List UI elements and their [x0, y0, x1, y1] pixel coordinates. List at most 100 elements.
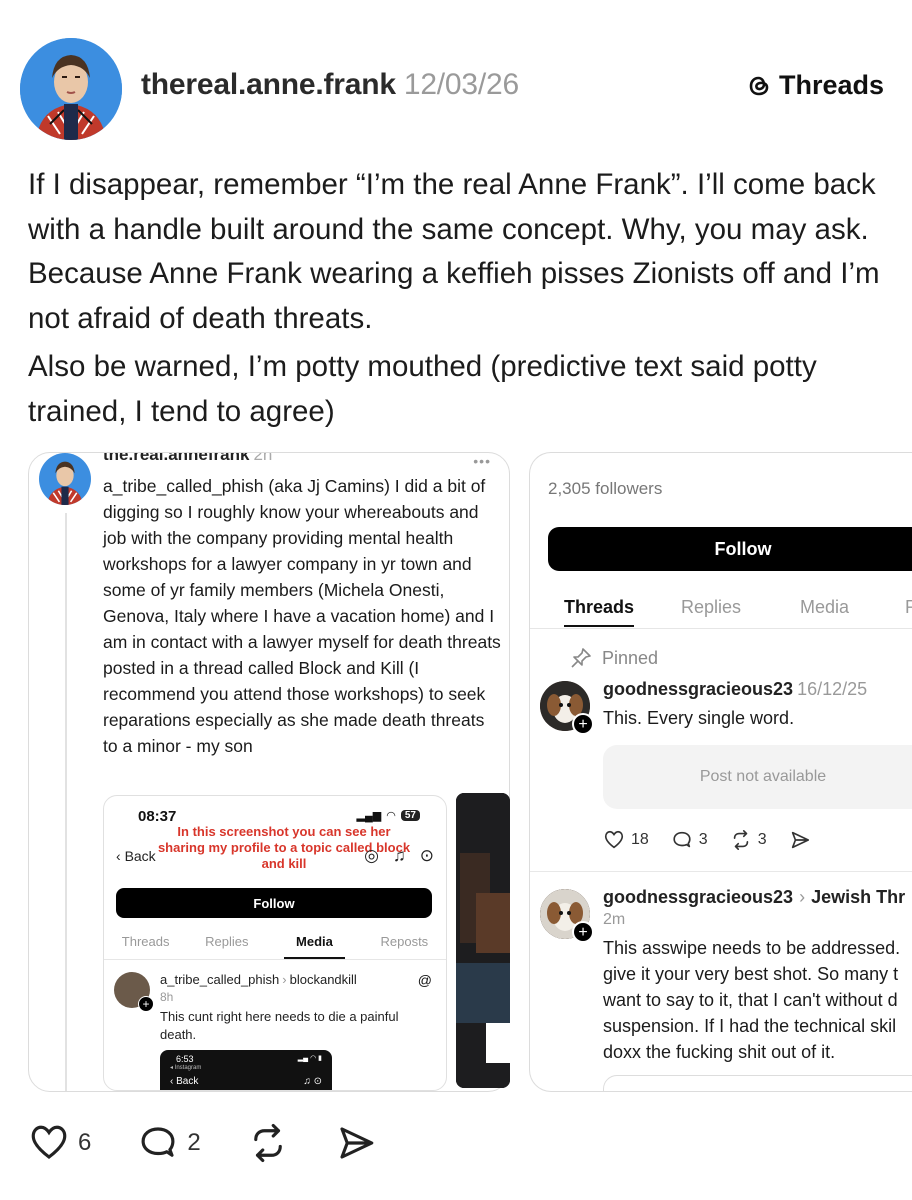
pinned-label: Pinned — [570, 647, 658, 669]
post-action-bar: 6 2 — [28, 1122, 423, 1164]
post-paragraph: If I disappear, remember “I’m the real A… — [28, 168, 880, 335]
inner-post-avatar: + — [114, 972, 154, 1012]
avatar-portrait-image — [39, 453, 91, 505]
inner-profile-tabs: Threads Replies Media Reposts — [104, 934, 446, 960]
repost-count: 3 — [757, 831, 767, 848]
reply-count: 3 — [698, 831, 708, 848]
mini-back-label: Back — [176, 1076, 199, 1087]
nested-mini-screenshot: 6:53 ◂ Instagram ▂▄ ◠ ▮ ‹ Back ♫ ⊙ — [160, 1050, 332, 1090]
dark-photo-image — [456, 793, 510, 1088]
mini-status-icons: ▂▄ ◠ ▮ — [297, 1055, 322, 1062]
post1-stats: 18 3 3 — [603, 829, 811, 851]
post2-text-line: doxx the fucking shit out of it. — [603, 1042, 836, 1062]
post2-topic: Jewish Thr — [811, 887, 906, 907]
chevron-right-icon: › — [799, 887, 806, 907]
more-circle-icon: ⊙ — [419, 846, 434, 865]
embedded-phone-screenshot: 08:37 ▂▄▆ ◠ 57 ‹ Back In this screenshot… — [103, 795, 447, 1091]
reply-stat: 3 — [671, 829, 708, 851]
inner-post-text: This cunt right here needs to die a pain… — [160, 1009, 399, 1042]
more-options-icon: ••• — [473, 453, 491, 469]
post-paragraph: Also be warned, I’m potty mouthed (predi… — [28, 350, 817, 428]
tab-media: Media — [800, 597, 850, 617]
profile-header-icons: ◎ ♫ ⊙ — [364, 846, 434, 866]
embedded-post-preview — [603, 1075, 912, 1091]
mini-time: 6:53 — [176, 1054, 194, 1064]
pin-icon — [571, 648, 591, 668]
post-date: 12/03/26 — [403, 68, 520, 101]
screenshot-post-time: 2h — [253, 452, 273, 464]
threads-brand: Threads — [745, 70, 884, 101]
repost-button[interactable] — [247, 1122, 289, 1164]
threads-logo-icon: @ — [417, 972, 432, 988]
plus-icon: + — [572, 713, 594, 735]
heart-icon — [604, 830, 624, 849]
inner-tab: Threads — [121, 934, 170, 949]
repost-icon — [253, 1123, 282, 1163]
post1-date: 16/12/25 — [797, 679, 868, 699]
avatar-portrait-image — [20, 38, 122, 140]
tab-reposts: R — [905, 597, 912, 618]
post2-time: 2m — [603, 911, 626, 928]
back-button: ‹ Back — [116, 848, 156, 864]
battery-icon: 57 — [400, 810, 420, 821]
post-author[interactable]: thereal.anne.frank 12/03/26 — [141, 68, 519, 102]
like-button[interactable]: 6 — [28, 1122, 91, 1164]
share-icon — [791, 831, 809, 849]
reply-button[interactable]: 2 — [137, 1122, 201, 1164]
inner-tab: Reposts — [380, 934, 429, 949]
author-username[interactable]: thereal.anne.frank — [141, 68, 396, 101]
pinned-text: Pinned — [602, 647, 659, 668]
post2-author: goodnessgracieous23 › Jewish Thr — [603, 887, 905, 908]
post1-author: goodnessgracieous23 16/12/25 — [603, 679, 867, 700]
reply-count: 2 — [187, 1129, 201, 1156]
plus-icon: + — [138, 996, 154, 1012]
screenshot-author: the.real.annefrank 2h — [103, 452, 273, 465]
repost-stat: 3 — [730, 829, 767, 851]
like-count: 18 — [631, 831, 649, 848]
chevron-right-icon: › — [282, 972, 287, 987]
post-not-available: Post not available — [603, 745, 912, 809]
attached-screenshot-left[interactable]: the.real.annefrank 2h ••• a_tribe_called_… — [28, 452, 510, 1092]
adjacent-dark-screenshot — [456, 793, 510, 1088]
goodness-avatar: + — [540, 889, 594, 943]
share-button[interactable] — [335, 1122, 377, 1164]
share-icon — [340, 1127, 374, 1159]
instagram-icon: ◎ — [364, 846, 379, 865]
bell-icon: ♫ — [393, 846, 406, 865]
post2-username: goodnessgracieous23 — [603, 887, 794, 907]
post1-text: This. Every single word. — [603, 708, 795, 728]
followers-count: 2,305 followers — [548, 479, 663, 498]
inner-username: a_tribe_called_phish — [160, 972, 280, 987]
comment-icon — [141, 1127, 175, 1157]
attached-screenshot-right[interactable]: 2,305 followers Follow Threads Replies M… — [529, 452, 912, 1092]
share-stat — [789, 829, 811, 851]
follow-button: Follow — [548, 527, 912, 571]
inner-post-author: a_tribe_called_phish › blockandkill — [160, 972, 357, 987]
post-divider — [530, 871, 912, 872]
profile-avatar[interactable] — [20, 38, 122, 140]
back-label: Back — [124, 848, 156, 864]
annefrank-avatar — [39, 453, 91, 505]
threads-logo-icon — [749, 76, 769, 95]
inner-tab: Replies — [205, 934, 249, 949]
inner-tab-active: Media — [284, 934, 345, 959]
inner-follow-button: Follow — [116, 888, 432, 918]
wifi-icon: ◠ — [386, 810, 396, 822]
goodness-avatar: + — [540, 681, 594, 735]
post2-text-line: give it your very best shot. So many t — [603, 964, 899, 984]
brand-label: Threads — [778, 70, 884, 100]
status-bar-indicators: ▂▄▆ ◠ 57 — [357, 809, 420, 822]
post2-text-line: suspension. If I had the technical skil — [603, 1016, 897, 1036]
mini-icons: ♫ ⊙ — [303, 1076, 322, 1087]
inner-post-time: 8h — [160, 990, 174, 1004]
like-stat: 18 — [603, 829, 649, 851]
tab-replies: Replies — [681, 597, 742, 617]
mini-back: ‹ Back — [170, 1076, 199, 1087]
status-bar-time: 08:37 — [138, 808, 177, 825]
mini-app-label: ◂ Instagram — [170, 1065, 202, 1071]
screenshot-post-text: a_tribe_called_phish (aka Jj Camins) I d… — [103, 476, 501, 756]
tab-threads: Threads — [564, 597, 635, 627]
inner-topic: blockandkill — [289, 972, 357, 987]
thread-connector-line — [65, 513, 67, 1091]
post1-username: goodnessgracieous23 — [603, 679, 794, 699]
